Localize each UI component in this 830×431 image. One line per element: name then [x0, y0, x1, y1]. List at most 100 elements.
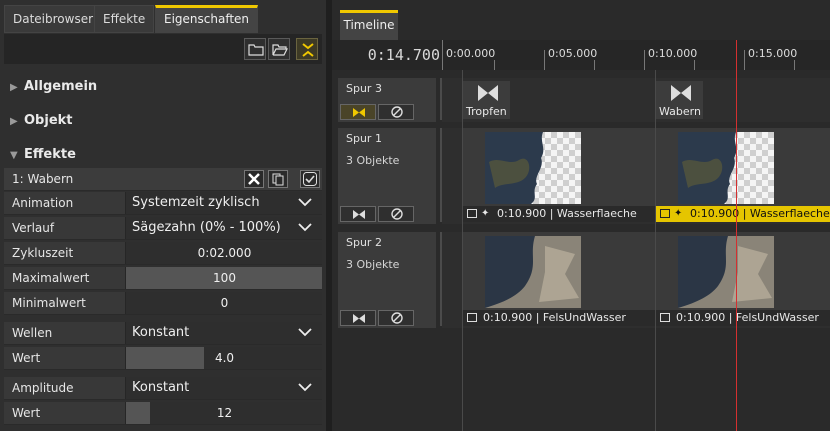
- tab-dateibrowser[interactable]: Dateibrowser: [4, 5, 103, 33]
- clip-wasserflaeche-1[interactable]: ✦ 0:10.900 | Wasserflaeche: [462, 128, 655, 222]
- effect-sparkle-icon: ✦: [481, 208, 490, 219]
- minimalwert-input[interactable]: 0: [125, 292, 322, 314]
- section-allgemein[interactable]: ▶ Allgemein: [10, 76, 97, 98]
- section-objekt[interactable]: ▶ Objekt: [10, 110, 73, 132]
- clip-wasserflaeche-2-selected[interactable]: ✦ 0:10.900 | Wasserflaeche: [655, 128, 830, 222]
- wellen-wert-slider[interactable]: 4.0: [125, 347, 322, 369]
- open-folder-button[interactable]: [268, 38, 290, 60]
- effect-marker-wabern[interactable]: Wabern: [655, 81, 703, 119]
- chevron-down-icon: [298, 328, 312, 337]
- image-icon: [660, 209, 670, 218]
- playhead[interactable]: [736, 40, 737, 431]
- copy-icon: [272, 173, 284, 186]
- time-ruler[interactable]: 0:14.700 0:00.000 0:05.000 0:10.000 0:15…: [332, 40, 830, 70]
- effect-title: 1: Wabern: [12, 172, 74, 186]
- image-icon: [467, 209, 477, 218]
- block-icon: [391, 312, 403, 324]
- tick-minor: [494, 60, 495, 70]
- bowtie-icon: [353, 314, 365, 323]
- section-effekte[interactable]: ▼ Effekte: [10, 144, 76, 166]
- clip-info-bar: 0:10.900 | FelsUndWasser: [463, 310, 655, 326]
- tick-major: [744, 50, 745, 70]
- bowtie-icon: [478, 85, 498, 101]
- tab-effekte[interactable]: Effekte: [94, 5, 155, 33]
- image-icon: [660, 313, 670, 322]
- prop-wellen-wert: Wert 4.0: [4, 347, 322, 370]
- chevron-down-icon: [298, 198, 312, 207]
- clip-thumbnail: [678, 236, 774, 308]
- tick-minor: [694, 60, 695, 70]
- amplitude-wert-slider[interactable]: 12: [125, 402, 322, 424]
- tick-minor: [594, 60, 595, 70]
- clip-felsundwasser-2[interactable]: 0:10.900 | FelsUndWasser: [655, 232, 830, 326]
- panel-tabs: Dateibrowser Effekte Eigenschaften: [0, 0, 326, 34]
- properties-toolbar: [4, 34, 322, 64]
- prop-wellen: Wellen Konstant: [4, 322, 322, 345]
- lane-spur3[interactable]: Tropfen Wabern: [442, 78, 830, 122]
- bowtie-icon: [671, 85, 691, 101]
- remove-effect-button[interactable]: [244, 170, 264, 188]
- mute-button[interactable]: [378, 206, 414, 222]
- clip-info-bar: ✦ 0:10.900 | Wasserflaeche: [656, 206, 830, 222]
- block-icon: [391, 208, 403, 220]
- collapse-chevrons-icon: [302, 43, 314, 57]
- bowtie-icon: [353, 210, 365, 219]
- tick-minor: [794, 60, 795, 70]
- clip-thumbnail: [485, 132, 581, 204]
- tab-eigenschaften[interactable]: Eigenschaften: [155, 5, 259, 33]
- tick-label: 0:15.000: [748, 47, 798, 60]
- mute-button[interactable]: [378, 104, 414, 120]
- grid-line: [462, 70, 463, 431]
- prop-verlauf: Verlauf Sägezahn (0% - 100%): [4, 217, 322, 240]
- prop-amplitude-wert: Wert 12: [4, 402, 322, 425]
- tick-major: [442, 40, 443, 70]
- mute-button[interactable]: [378, 310, 414, 326]
- bowtie-icon: [353, 108, 365, 117]
- effect-sparkle-icon: ✦: [674, 208, 683, 219]
- app-window: Dateibrowser Effekte Eigenschaften ▶ Allg…: [0, 0, 830, 431]
- prop-zykluszeit: Zykluszeit 0:02.000: [4, 242, 322, 265]
- new-folder-button[interactable]: [244, 38, 266, 60]
- tick-label: 0:00.000: [446, 47, 496, 60]
- tab-timeline[interactable]: Timeline: [340, 10, 398, 40]
- open-folder-icon: [272, 44, 288, 56]
- clip-info-bar: ✦ 0:10.900 | Wasserflaeche: [463, 206, 655, 222]
- copy-effect-button[interactable]: [268, 170, 288, 188]
- verlauf-dropdown[interactable]: Sägezahn (0% - 100%): [125, 217, 322, 239]
- maximalwert-slider[interactable]: 100: [125, 267, 322, 289]
- effect-toggle-button[interactable]: [340, 206, 376, 222]
- wellen-dropdown[interactable]: Konstant: [125, 322, 322, 344]
- prop-minimalwert: Minimalwert 0: [4, 292, 322, 315]
- timeline-panel: Timeline 0:14.700 0:00.000 0:05.000 0:10…: [332, 0, 830, 431]
- collapse-button[interactable]: [296, 38, 318, 60]
- clip-info-bar: 0:10.900 | FelsUndWasser: [656, 310, 830, 326]
- tick-major: [544, 50, 545, 70]
- chevron-down-icon: [298, 383, 312, 392]
- checkmark-icon: [303, 172, 317, 186]
- effect-header-row: 1: Wabern: [4, 168, 322, 191]
- tick-major: [644, 50, 645, 70]
- zykluszeit-input[interactable]: 0:02.000: [125, 242, 322, 264]
- clip-felsundwasser-1[interactable]: 0:10.900 | FelsUndWasser: [462, 232, 655, 326]
- clip-thumbnail: [485, 236, 581, 308]
- collapsed-arrow-icon: ▶: [10, 116, 18, 127]
- enable-effect-checkbox[interactable]: [300, 170, 320, 188]
- effect-toggle-button[interactable]: [340, 104, 376, 120]
- lane-spur2[interactable]: 0:10.900 | FelsUndWasser 0:10.900 | Fels…: [442, 232, 830, 328]
- prop-maximalwert: Maximalwert 100: [4, 267, 322, 290]
- image-icon: [467, 313, 477, 322]
- close-icon: [248, 173, 260, 185]
- effect-marker-tropfen[interactable]: Tropfen: [462, 81, 510, 119]
- track-header-spur1[interactable]: Spur 1 3 Objekte: [338, 128, 458, 224]
- prop-animation: Animation Systemzeit zyklisch: [4, 192, 322, 215]
- amplitude-dropdown[interactable]: Konstant: [125, 377, 322, 399]
- effect-toggle-button[interactable]: [340, 310, 376, 326]
- properties-panel: Dateibrowser Effekte Eigenschaften ▶ Allg…: [0, 0, 326, 431]
- track-header-spur2[interactable]: Spur 2 3 Objekte: [338, 232, 458, 328]
- current-timecode: 0:14.700: [367, 46, 440, 64]
- lane-spur1[interactable]: ✦ 0:10.900 | Wasserflaeche ✦ 0:10.900 | …: [442, 128, 830, 224]
- folder-icon: [248, 44, 264, 56]
- block-icon: [391, 106, 403, 118]
- animation-dropdown[interactable]: Systemzeit zyklisch: [125, 192, 322, 214]
- track-header-spur3[interactable]: Spur 3: [338, 78, 458, 122]
